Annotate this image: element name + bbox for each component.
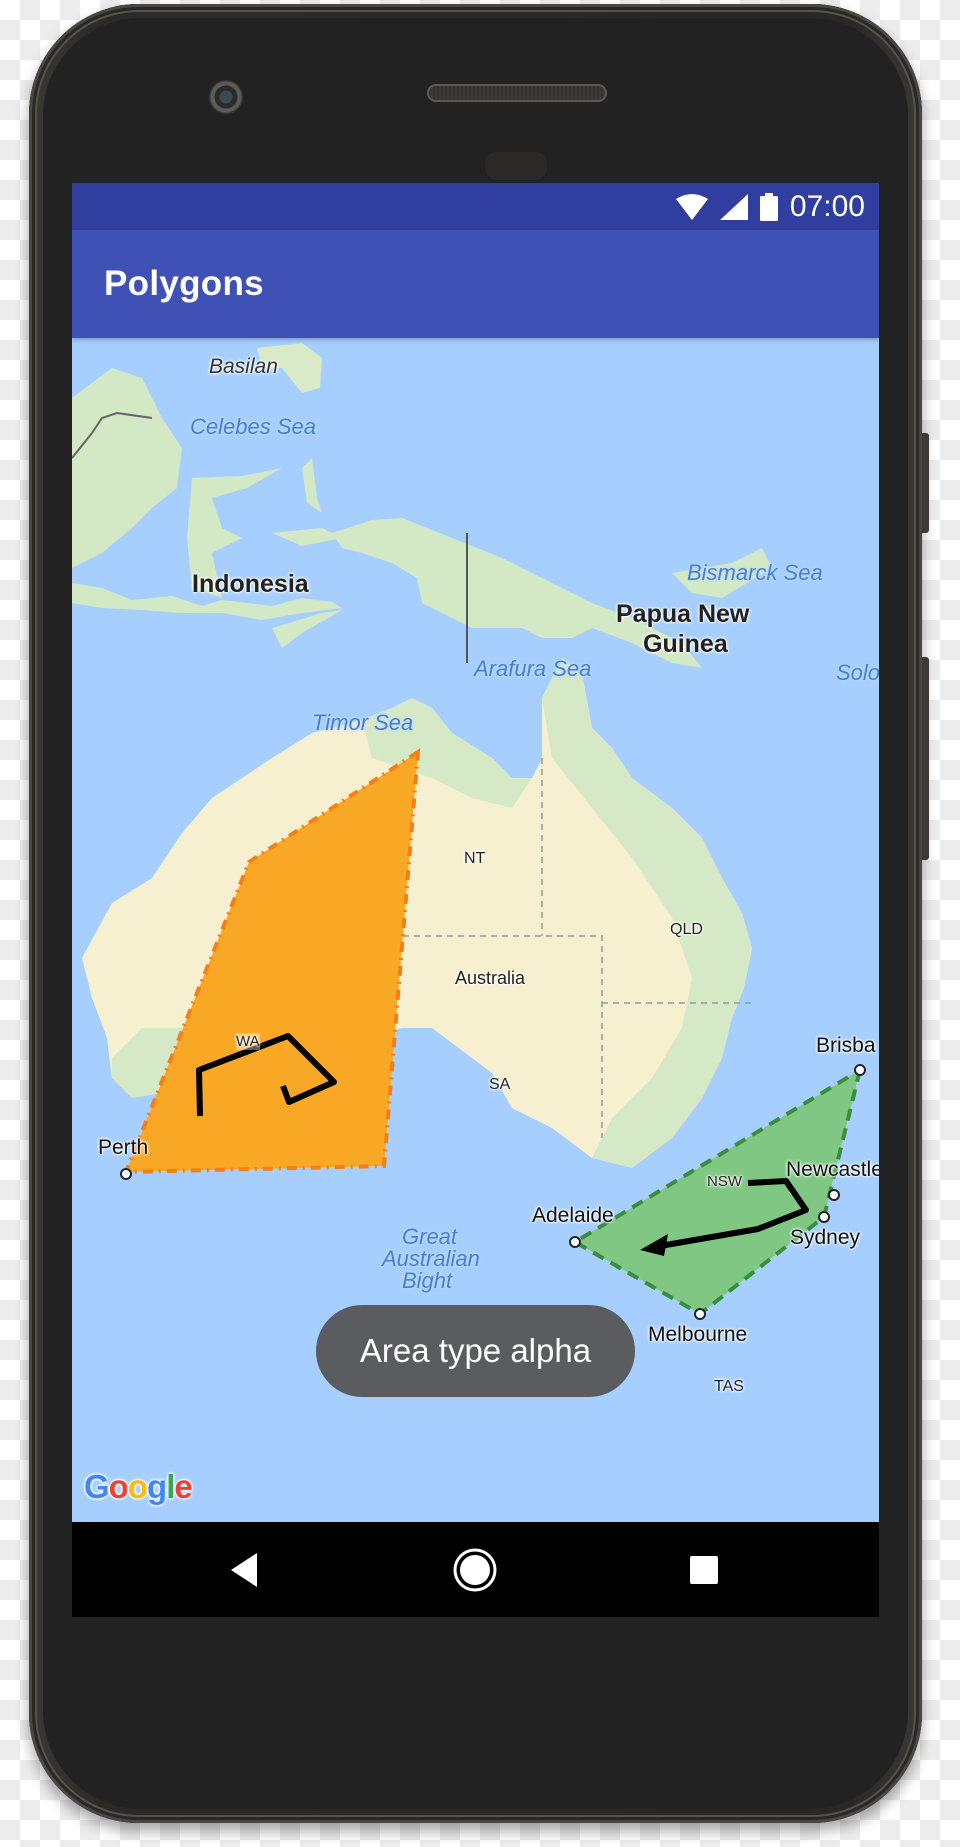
- label-arafura-sea: Arafura Sea: [474, 656, 592, 681]
- toast-text: Area type alpha: [359, 1332, 592, 1369]
- home-button[interactable]: [449, 1544, 501, 1596]
- volume-button: [922, 657, 929, 860]
- back-button[interactable]: [218, 1544, 270, 1596]
- recents-icon: [690, 1556, 718, 1584]
- marker-perth: [120, 1168, 132, 1180]
- marker-brisbane: [854, 1064, 866, 1076]
- label-australia: Australia: [455, 968, 526, 988]
- home-icon: [453, 1548, 497, 1592]
- label-wa: WA: [236, 1033, 260, 1050]
- app-bar: Polygons: [72, 230, 879, 338]
- page-title: Polygons: [104, 264, 264, 303]
- label-nsw: NSW: [707, 1173, 742, 1190]
- label-timor-sea: Timor Sea: [312, 710, 414, 735]
- battery-icon: [759, 193, 778, 221]
- label-great-australian-bight-3: Bight: [402, 1268, 453, 1293]
- toast-message: Area type alpha: [316, 1305, 635, 1397]
- label-perth: Perth: [98, 1136, 149, 1159]
- navigation-bar: [72, 1522, 879, 1617]
- proximity-sensor: [485, 152, 547, 180]
- land-maluku: [302, 458, 322, 513]
- label-papua-new-guinea-2: Guinea: [643, 630, 728, 658]
- back-icon: [231, 1553, 257, 1587]
- label-melbourne: Melbourne: [648, 1323, 748, 1346]
- label-basilan: Basilan: [209, 355, 278, 378]
- status-bar: 07:00: [72, 183, 879, 230]
- earpiece-speaker: [427, 84, 607, 102]
- clock: 07:00: [789, 190, 865, 223]
- label-sydney: Sydney: [790, 1226, 861, 1249]
- label-solomon-sea-partial: Solo: [836, 660, 879, 685]
- map-view[interactable]: Basilan Celebes Sea Indonesia Bismarck S…: [72, 338, 879, 1522]
- marker-newcastle: [828, 1189, 840, 1201]
- label-sa: SA: [489, 1076, 511, 1093]
- marker-sydney: [818, 1211, 830, 1223]
- recents-button[interactable]: [678, 1544, 730, 1596]
- label-qld: QLD: [670, 921, 703, 938]
- label-newcastle: Newcastle: [786, 1158, 879, 1181]
- cell-signal-icon: [719, 194, 748, 220]
- device-screen: 07:00 Polygons Basilan Celebes Sea Indon…: [72, 183, 879, 1617]
- label-nt: NT: [464, 850, 486, 867]
- google-logo[interactable]: Google: [84, 1468, 193, 1506]
- label-celebes-sea: Celebes Sea: [190, 414, 316, 439]
- label-bismarck-sea: Bismarck Sea: [687, 560, 823, 585]
- front-camera-icon: [209, 80, 243, 114]
- marker-adelaide: [569, 1236, 581, 1248]
- label-indonesia: Indonesia: [192, 570, 309, 598]
- label-brisbane: Brisba: [816, 1034, 876, 1057]
- label-papua-new-guinea-1: Papua New: [616, 600, 750, 628]
- wifi-icon: [675, 194, 708, 220]
- label-tas: TAS: [714, 1378, 744, 1395]
- label-adelaide: Adelaide: [532, 1204, 614, 1227]
- marker-melbourne: [694, 1308, 706, 1320]
- power-button: [922, 433, 929, 533]
- land-seram: [272, 528, 342, 546]
- land-borneo: [72, 368, 182, 568]
